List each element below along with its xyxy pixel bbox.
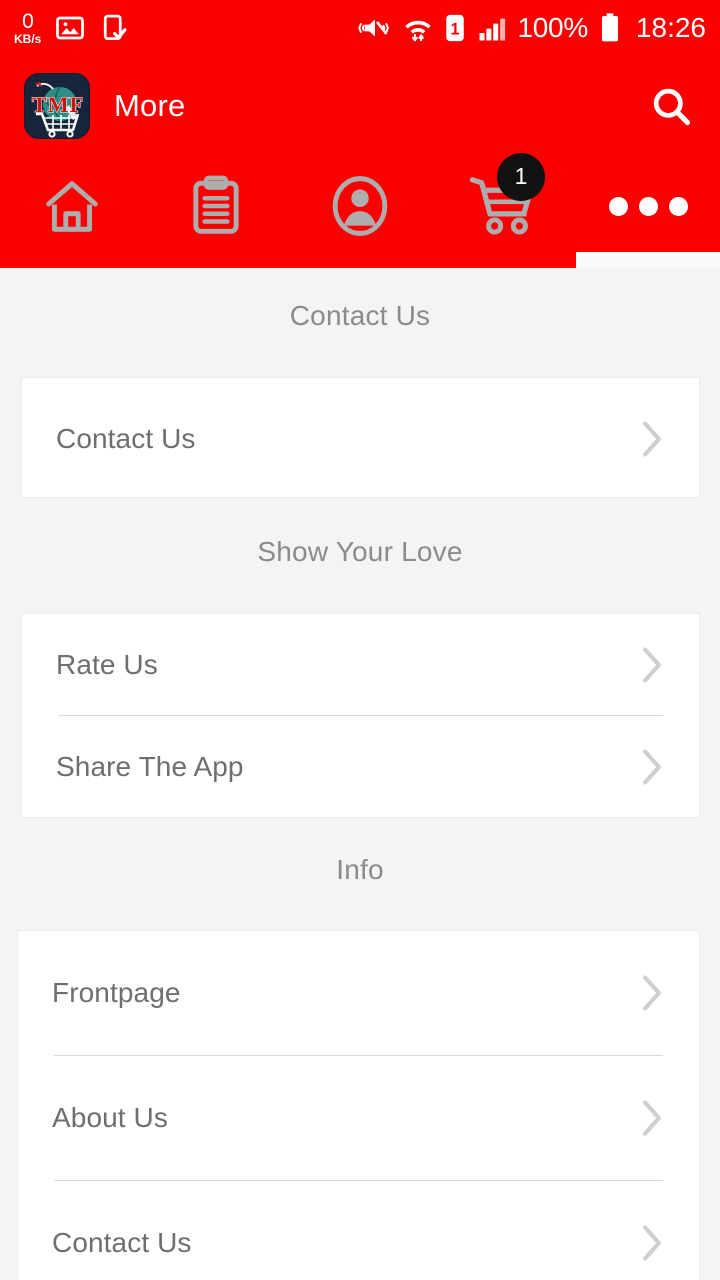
- section-title: Show Your Love: [257, 536, 463, 567]
- svg-text:1: 1: [450, 20, 459, 38]
- network-speed-unit: KB/s: [14, 32, 42, 46]
- search-button[interactable]: [644, 79, 698, 133]
- nav-item-home[interactable]: [0, 162, 144, 250]
- phone-check-icon: [104, 14, 127, 40]
- list-item-share-the-app[interactable]: Share The App: [22, 716, 699, 817]
- list-item-label: Contact Us: [52, 1227, 192, 1258]
- chevron-right-icon: [643, 975, 661, 1011]
- sim1-icon: 1: [445, 14, 464, 42]
- list-item-about-us[interactable]: About Us: [18, 1056, 699, 1180]
- app-bar: TMF More: [0, 56, 720, 156]
- list-item-label: Contact Us: [56, 422, 196, 454]
- nav-item-more[interactable]: [576, 162, 720, 250]
- list-item-contact-us[interactable]: Contact Us: [22, 378, 699, 499]
- section-contact-us: Contact Us Contact Us: [0, 268, 720, 498]
- section-title: Info: [336, 854, 384, 885]
- chevron-right-icon: [643, 748, 661, 785]
- list-item-label: About Us: [52, 1102, 168, 1133]
- nav-item-account[interactable]: [288, 162, 432, 250]
- list-item-rate-us[interactable]: Rate Us: [22, 614, 699, 715]
- home-icon: [46, 181, 98, 232]
- section-title: Contact Us: [289, 300, 431, 331]
- section-show-your-love: Show Your Love Rate Us Share The App: [0, 498, 720, 818]
- vibrate-mute-icon: [357, 19, 389, 37]
- active-tab-indicator: [576, 252, 720, 268]
- network-speed-value: 0: [22, 10, 34, 33]
- cart-badge: 1: [497, 152, 545, 201]
- signal-bars-icon: [479, 18, 505, 41]
- chevron-right-icon: [643, 420, 661, 457]
- status-bar: 0 KB/s 1 100% 18:26: [0, 0, 720, 56]
- nav-item-orders[interactable]: [144, 162, 288, 250]
- clipboard-icon: [193, 175, 239, 234]
- section-card: Contact Us: [21, 377, 700, 498]
- chevron-right-icon: [643, 1225, 661, 1261]
- page-title: More: [114, 88, 186, 123]
- app-screen: 0 KB/s 1 100% 18:26 TMF More 1 Contact U…: [0, 0, 720, 1280]
- person-icon: [332, 176, 388, 236]
- app-logo: TMF: [24, 73, 90, 139]
- battery-icon: [601, 13, 618, 42]
- cart-icon-wrapper: 1: [467, 152, 545, 242]
- list-item-label: Frontpage: [52, 977, 181, 1008]
- nav-item-cart[interactable]: 1: [432, 152, 576, 250]
- search-icon: [653, 88, 691, 126]
- battery-percent-label: 100%: [517, 12, 589, 43]
- list-item-frontpage[interactable]: Frontpage: [18, 931, 699, 1055]
- section-info: Info Frontpage About Us Contact Us: [0, 818, 720, 1280]
- tmf-logo-icon: TMF: [32, 82, 83, 138]
- chevron-right-icon: [643, 1100, 661, 1136]
- list-item-label: Rate Us: [56, 648, 158, 680]
- wifi-icon: [404, 20, 431, 42]
- gallery-icon: [56, 16, 85, 40]
- status-bar-right: 1 100% 18:26: [357, 12, 706, 44]
- settings-content: Contact Us Contact Us Show Your Love Rat…: [0, 268, 720, 1280]
- main-nav-bar: 1: [0, 152, 720, 268]
- list-item-contact-us[interactable]: Contact Us: [18, 1181, 699, 1280]
- section-card: Frontpage About Us Contact Us: [17, 930, 700, 1280]
- network-speed-indicator: 0 KB/s: [14, 11, 41, 45]
- list-item-label: Share The App: [56, 750, 244, 782]
- chevron-right-icon: [643, 646, 661, 683]
- section-card: Rate Us Share The App: [21, 613, 700, 818]
- clock-label: 18:26: [635, 12, 706, 43]
- more-dots-icon: [608, 196, 688, 216]
- status-bar-left: 0 KB/s: [14, 11, 129, 45]
